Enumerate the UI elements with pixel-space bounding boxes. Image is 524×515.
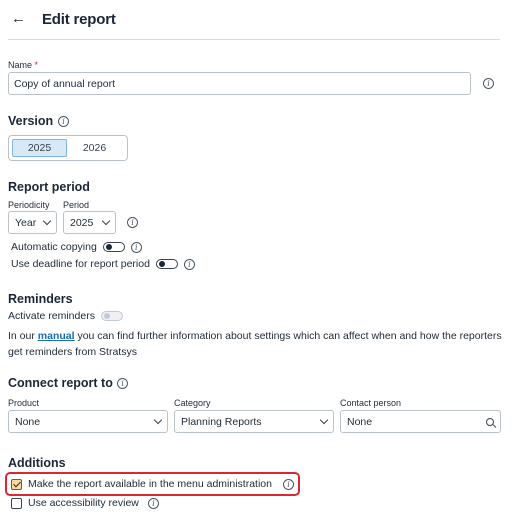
menu-admin-checkbox[interactable]	[11, 478, 22, 490]
name-info-icon[interactable]: i	[483, 78, 494, 89]
header-divider	[8, 39, 500, 40]
version-info-icon[interactable]: i	[58, 116, 69, 127]
contact-person-label: Contact person	[340, 398, 402, 408]
menu-admin-label: Make the report available in the menu ad…	[28, 478, 272, 490]
connect-info-icon[interactable]: i	[117, 378, 128, 389]
accessibility-checkbox[interactable]	[11, 497, 22, 509]
automatic-copying-label: Automatic copying	[11, 241, 97, 253]
product-select[interactable]: None	[8, 410, 168, 433]
period-select[interactable]: 2025	[63, 211, 116, 234]
periodicity-select[interactable]: Year	[8, 211, 57, 234]
chevron-down-icon	[101, 216, 111, 226]
version-option-2025[interactable]: 2025	[12, 139, 67, 157]
menu-admin-info-icon[interactable]: i	[282, 478, 294, 490]
period-info-icon[interactable]: i	[127, 217, 138, 228]
reminders-info-text: In our manual you can find further infor…	[8, 330, 502, 358]
report-period-heading: Report period	[8, 180, 90, 194]
activate-reminders-label: Activate reminders	[8, 310, 95, 322]
periodicity-label: Periodicity	[8, 200, 50, 210]
contact-person-search[interactable]: None	[340, 410, 501, 433]
search-icon[interactable]	[486, 417, 494, 426]
page-title: Edit report	[42, 11, 116, 28]
automatic-copying-row: Automatic copying i	[11, 241, 142, 253]
use-deadline-row: Use deadline for report period i	[11, 258, 195, 270]
use-deadline-info-icon[interactable]: i	[183, 258, 195, 270]
use-deadline-label: Use deadline for report period	[11, 258, 150, 270]
category-label: Category	[174, 398, 211, 408]
connect-heading: Connect report to	[8, 376, 113, 390]
version-option-2026[interactable]: 2026	[67, 139, 122, 157]
automatic-copying-toggle[interactable]	[102, 242, 125, 252]
activate-reminders-row: Activate reminders	[8, 310, 123, 322]
product-label: Product	[8, 398, 40, 408]
accessibility-label: Use accessibility review	[28, 497, 139, 509]
manual-link[interactable]: manual	[38, 330, 75, 342]
accessibility-row: Use accessibility review i	[11, 497, 159, 509]
chevron-down-icon	[153, 415, 163, 425]
name-input[interactable]: Copy of annual report	[8, 72, 471, 95]
version-selector[interactable]: 2025 2026	[8, 135, 128, 161]
chevron-down-icon	[319, 415, 329, 425]
automatic-copying-info-icon[interactable]: i	[130, 241, 142, 253]
period-label: Period	[63, 200, 90, 210]
back-arrow-icon[interactable]: ←	[11, 10, 26, 27]
name-label: Name *	[8, 60, 39, 70]
version-heading: Version	[8, 114, 54, 128]
use-deadline-toggle[interactable]	[155, 259, 178, 269]
chevron-down-icon	[42, 216, 52, 226]
category-select[interactable]: Planning Reports	[174, 410, 334, 433]
menu-admin-row: Make the report available in the menu ad…	[11, 478, 294, 490]
activate-reminders-toggle[interactable]	[100, 311, 123, 321]
reminders-heading: Reminders	[8, 292, 73, 306]
additions-heading: Additions	[8, 456, 66, 470]
accessibility-info-icon[interactable]: i	[147, 497, 159, 509]
